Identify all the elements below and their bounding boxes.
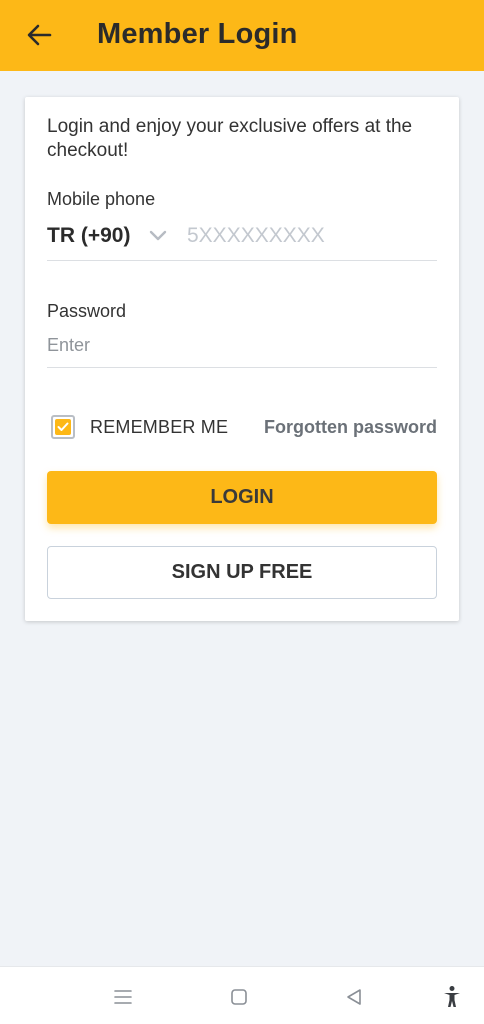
system-nav-bar (0, 966, 484, 1024)
login-button[interactable]: LOGIN (47, 471, 437, 524)
page-title: Member Login (97, 18, 298, 50)
arrow-left-icon (27, 24, 52, 46)
country-code-select[interactable]: TR (+90) (47, 221, 130, 251)
home-square-icon[interactable] (225, 983, 253, 1011)
phone-field-row: TR (+90) (47, 221, 437, 261)
password-label: Password (47, 301, 127, 321)
remember-me-checkbox[interactable] (51, 415, 75, 439)
checkmark-icon (55, 419, 71, 435)
menu-icon[interactable] (109, 983, 137, 1011)
back-button[interactable] (22, 18, 56, 52)
intro-text: Login and enjoy your exclusive offers at… (47, 116, 413, 161)
sign-up-button[interactable]: SIGN UP FREE (47, 546, 437, 599)
back-triangle-icon[interactable] (340, 983, 368, 1011)
phone-label: Mobile phone (47, 189, 156, 209)
password-input[interactable] (47, 331, 437, 359)
forgotten-password-link[interactable]: Forgotten password (264, 417, 437, 438)
password-field-row (47, 331, 437, 368)
chevron-down-icon[interactable] (147, 225, 169, 247)
remember-me-label: REMEMBER ME (90, 417, 229, 437)
login-card: Login and enjoy your exclusive offers at… (25, 97, 459, 621)
phone-input[interactable] (187, 221, 437, 251)
accessibility-icon[interactable] (438, 983, 466, 1011)
app-bar: Member Login (0, 0, 484, 71)
